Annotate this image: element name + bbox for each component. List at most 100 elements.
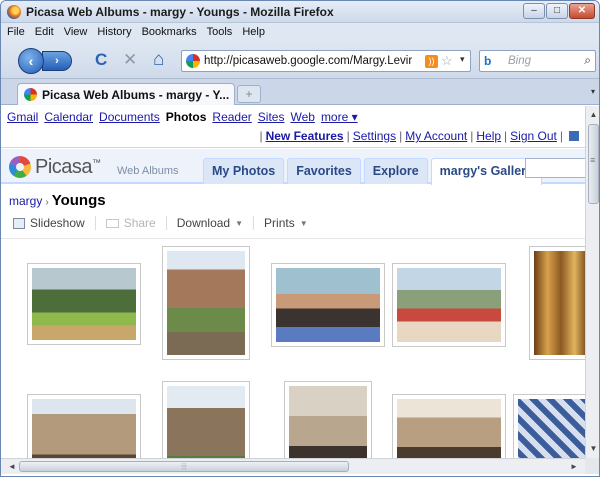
photo-search-input[interactable] (525, 158, 585, 178)
tab-favicon-icon (24, 88, 37, 101)
menu-bookmarks[interactable]: Bookmarks (142, 26, 197, 38)
photo-image (32, 268, 136, 340)
photo-thumbnail-woman-in-front-of-stone-tower[interactable] (162, 246, 250, 360)
envelope-icon (105, 218, 119, 228)
photo-thumbnail-plateresque-facade[interactable] (27, 394, 141, 458)
forward-button[interactable]: › (42, 51, 72, 71)
photo-image (397, 399, 501, 458)
url-history-dropdown-icon[interactable]: ▾ (460, 54, 465, 65)
header-divider (1, 147, 585, 148)
photo-thumbnail-carved-stone-doorway[interactable] (284, 381, 372, 458)
photo-image (534, 251, 585, 355)
user-link-new-features[interactable]: New Features (266, 129, 344, 143)
vertical-scroll-thumb[interactable] (588, 124, 599, 204)
tab-list-dropdown-icon[interactable]: ▾ (591, 87, 595, 96)
address-bar[interactable]: http://picasaweb.google.com/Margy.Levir … (181, 50, 471, 72)
album-actions: Slideshow Share Download ▼ Prints ▼ (9, 216, 318, 230)
picasa-tab-my-photos[interactable]: My Photos (203, 158, 285, 184)
url-text[interactable]: http://picasaweb.google.com/Margy.Levir (204, 55, 424, 67)
user-link-help[interactable]: Help (476, 129, 501, 143)
user-links: | New Features | Settings | My Account | Help | S… (256, 129, 579, 143)
menu-tools[interactable]: Tools (207, 26, 233, 38)
photo-image (167, 251, 245, 355)
action-label: Share (123, 216, 156, 230)
photo-image (397, 268, 501, 342)
picasa-wordmark[interactable]: Picasa™ (35, 156, 101, 179)
vertical-scrollbar[interactable]: ▲ ▼ (585, 106, 599, 458)
search-go-icon[interactable]: ⌕ (584, 53, 591, 68)
picasa-tab-explore[interactable]: Explore (363, 158, 428, 184)
trademark: ™ (92, 157, 101, 168)
google-link-gmail[interactable]: Gmail (7, 110, 38, 124)
google-link-sites[interactable]: Sites (258, 110, 285, 124)
horizontal-scroll-thumb[interactable]: ⦙⦙⦙ (19, 461, 349, 472)
menu-bar: File Edit View History Bookmarks Tools Help (1, 23, 599, 41)
bookmark-star-icon[interactable]: ☆ (441, 53, 453, 69)
scroll-up-icon[interactable]: ▲ (588, 108, 599, 122)
menu-view[interactable]: View (64, 26, 88, 38)
slideshow-icon (13, 217, 25, 229)
close-button[interactable]: ✕ (569, 3, 595, 19)
photo-thumbnail-two-women-smiling[interactable] (271, 263, 385, 347)
site-favicon-icon (186, 54, 200, 68)
tab-picasa[interactable]: Picasa Web Albums - margy - Y... (17, 83, 235, 105)
firefox-icon (7, 5, 21, 19)
photo-thumbnail-group-at-outdoor-cafe[interactable] (392, 263, 506, 347)
photo-thumbnail-ornate-gold-altar[interactable] (529, 246, 585, 360)
prints-button[interactable]: Prints ▼ (254, 216, 318, 230)
picasa-logo-icon[interactable] (9, 156, 31, 178)
user-link-settings[interactable]: Settings (353, 129, 396, 143)
action-label: Download (176, 216, 231, 230)
minimize-button[interactable]: – (523, 3, 545, 19)
menu-file[interactable]: File (7, 26, 25, 38)
photo-thumbnail-stone-tower-and-gate[interactable] (162, 381, 250, 458)
user-link-my-account[interactable]: My Account (405, 129, 467, 143)
new-tab-button[interactable]: + (237, 85, 261, 103)
search-placeholder: Bing (508, 55, 532, 67)
breadcrumb-user-link[interactable]: margy (9, 194, 42, 208)
back-forward-group: › ‹ (18, 48, 76, 74)
stop-icon[interactable]: ✕ (123, 51, 137, 69)
browser-window: Picasa Web Albums - margy - Youngs - Moz… (0, 0, 600, 477)
actions-divider (1, 238, 585, 239)
user-link-sign-out[interactable]: Sign Out (510, 129, 557, 143)
back-button[interactable]: ‹ (18, 48, 44, 74)
tab-label: Picasa Web Albums - margy - Y... (42, 88, 230, 102)
google-link-photos-current: Photos (165, 110, 207, 124)
rss-feed-icon[interactable]: )) (425, 55, 438, 68)
photo-thumbnail-cloister-arcade[interactable] (392, 394, 506, 458)
photo-image (289, 386, 367, 458)
photo-thumbnail-tiled-wall-detail[interactable] (513, 394, 585, 458)
scroll-left-icon[interactable]: ◄ (5, 460, 19, 474)
google-link-web[interactable]: Web (290, 110, 314, 124)
google-link-reader[interactable]: Reader (212, 110, 251, 124)
picasa-tab-favorites[interactable]: Favorites (287, 158, 361, 184)
maximize-button[interactable]: □ (546, 3, 568, 19)
search-engine-icon[interactable]: b (484, 54, 491, 68)
google-more-menu[interactable]: more ▾ (321, 110, 358, 124)
download-button[interactable]: Download ▼ (167, 216, 255, 230)
menu-help[interactable]: Help (242, 26, 265, 38)
reload-icon[interactable]: C (95, 51, 107, 69)
window-title: Picasa Web Albums - margy - Youngs - Moz… (26, 5, 334, 19)
slideshow-button[interactable]: Slideshow (9, 216, 96, 230)
chevron-down-icon: ▼ (299, 218, 308, 228)
link-separator: | (470, 129, 474, 143)
horizontal-scrollbar[interactable]: ◄ ⦙⦙⦙ ► (1, 458, 585, 474)
google-link-calendar[interactable]: Calendar (44, 110, 93, 124)
search-box[interactable]: b Bing ⌕ (479, 50, 596, 72)
home-icon[interactable]: ⌂ (153, 50, 164, 69)
picasa-subtitle: Web Albums (117, 165, 179, 177)
scroll-down-icon[interactable]: ▼ (588, 442, 599, 456)
link-separator: | (346, 129, 350, 143)
account-menu-icon[interactable] (569, 131, 579, 141)
menu-history[interactable]: History (97, 26, 131, 38)
google-bar: Gmail Calendar Documents Photos Reader Sites W… (7, 110, 358, 124)
scrollbar-corner (585, 458, 599, 474)
photo-thumbnail-park-garden-trees[interactable] (27, 263, 141, 345)
menu-edit[interactable]: Edit (35, 26, 54, 38)
scroll-right-icon[interactable]: ► (567, 460, 581, 474)
photo-image (518, 399, 585, 458)
google-link-documents[interactable]: Documents (99, 110, 160, 124)
picasa-name: Picasa (35, 156, 93, 178)
